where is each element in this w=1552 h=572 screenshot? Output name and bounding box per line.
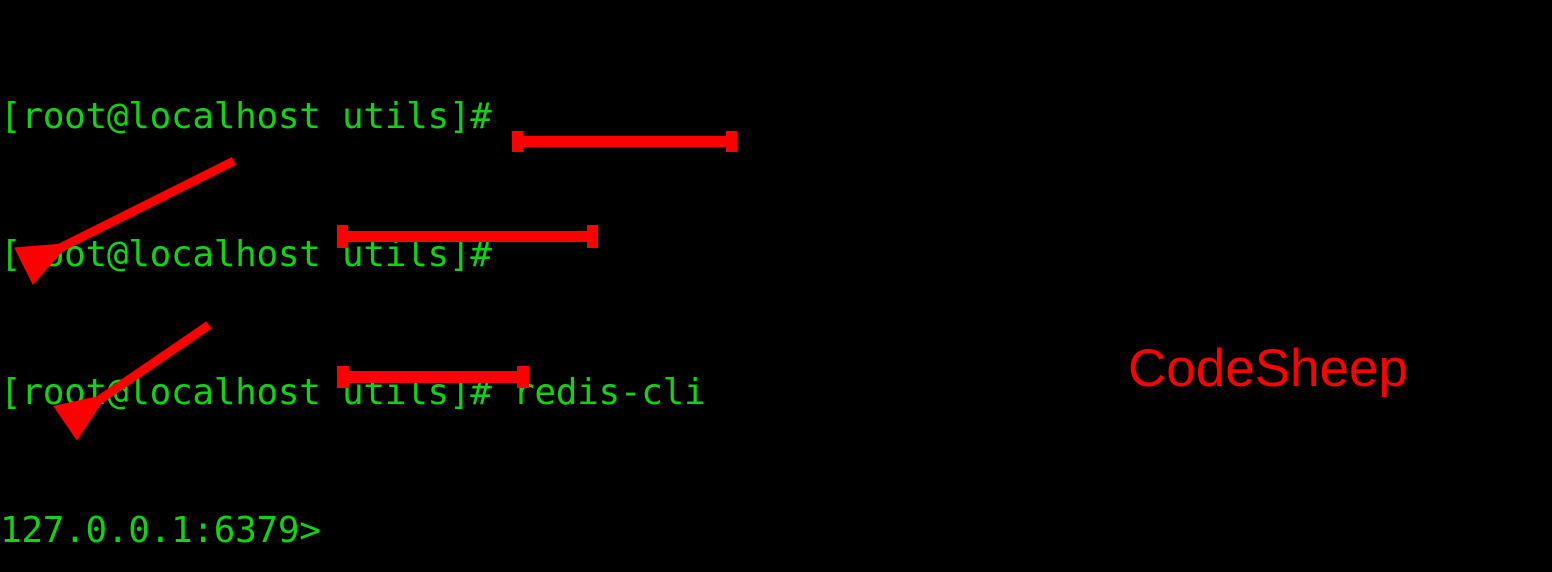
terminal-window[interactable]: [root@localhost utils]# [root@localhost …	[0, 0, 1552, 572]
redis-prompt: 127.0.0.1:6379>	[0, 510, 321, 551]
terminal-command-redis-cli: redis-cli	[491, 372, 706, 413]
shell-prompt: [root@localhost utils]#	[0, 372, 492, 413]
terminal-line: 127.0.0.1:6379>	[0, 508, 1552, 554]
terminal-line: [root@localhost utils]#	[0, 94, 1552, 140]
watermark-codesheep: CodeSheep	[1128, 339, 1408, 398]
terminal-line: [root@localhost utils]#	[0, 232, 1552, 278]
shell-prompt: [root@localhost utils]#	[0, 96, 492, 137]
shell-prompt: [root@localhost utils]#	[0, 234, 492, 275]
terminal-output-area[interactable]: [root@localhost utils]# [root@localhost …	[0, 0, 1552, 572]
